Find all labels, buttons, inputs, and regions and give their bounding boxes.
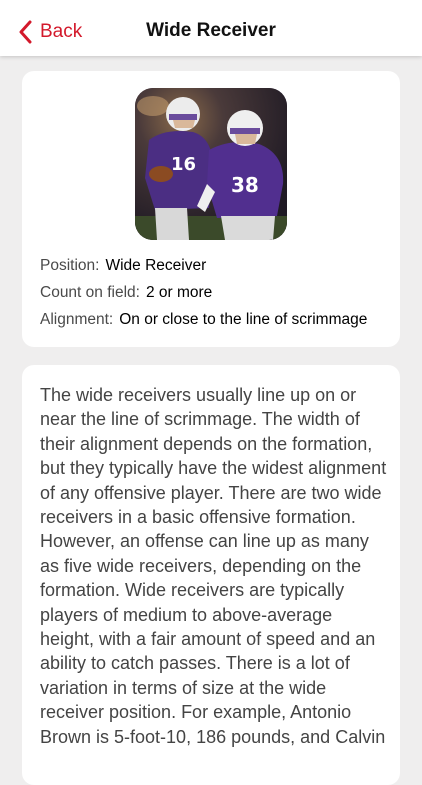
player-info-card: 16 38 Position: Wide Receiver Count on fi… (22, 71, 400, 347)
alignment-value: On or close to the line of scrimmage (119, 311, 368, 328)
count-row: Count on field: 2 or more (40, 284, 212, 302)
alignment-label: Alignment: (40, 311, 114, 328)
count-value: 2 or more (145, 284, 213, 301)
page-title: Wide Receiver (146, 20, 276, 41)
player-photo: 16 38 (135, 88, 287, 240)
svg-text:16: 16 (171, 154, 196, 175)
description-card: The wide receivers usually line up on or… (22, 365, 400, 785)
position-value: Wide Receiver (105, 257, 207, 274)
svg-text:38: 38 (231, 173, 259, 197)
description-text: The wide receivers usually line up on or… (40, 385, 387, 747)
position-row: Position: Wide Receiver (40, 257, 206, 275)
position-label: Position: (40, 257, 100, 274)
navigation-bar: Back Wide Receiver (0, 0, 422, 56)
alignment-row: Alignment: On or close to the line of scr… (40, 311, 367, 329)
count-label: Count on field: (40, 284, 140, 301)
